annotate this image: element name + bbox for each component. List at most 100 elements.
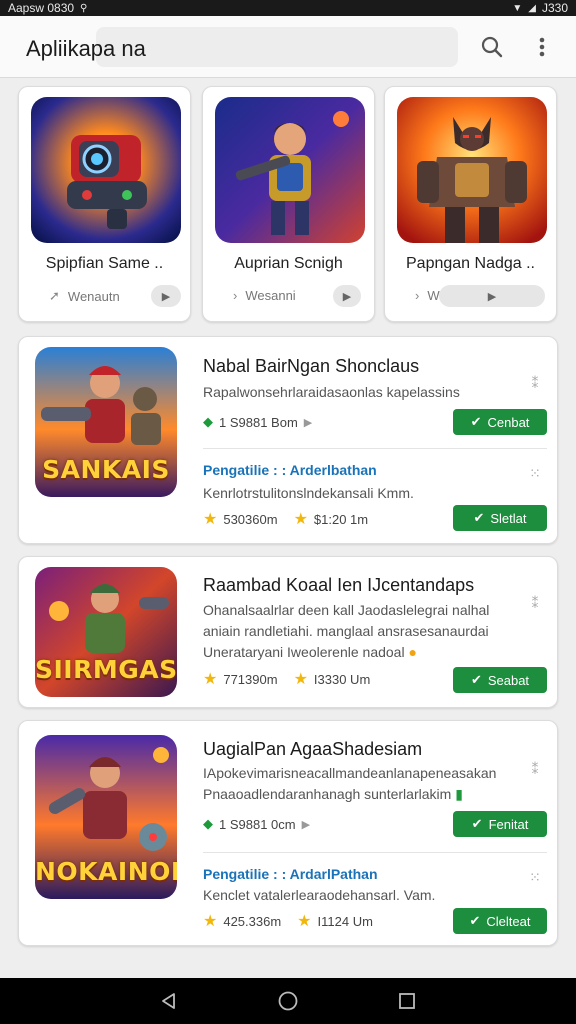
search-icon[interactable] <box>478 33 506 61</box>
app-description-text: Unerataryani Iweolerenle nadoal <box>203 644 405 660</box>
search-box[interactable] <box>96 27 458 67</box>
developer-link[interactable]: Pengatilie : : ArdarlPathan <box>203 866 378 882</box>
check-icon: ✔ <box>469 913 481 928</box>
developer-link[interactable]: Pengatilie : : Arderlbathan <box>203 462 377 478</box>
stat-value: 1 S9881 0cm <box>219 816 296 832</box>
featured-title: Auprian Scnigh <box>234 255 343 272</box>
play-icon: ▶ <box>301 818 311 831</box>
play-button[interactable]: ▶ <box>439 285 545 307</box>
featured-subtitle-row: › Wesanni <box>233 288 296 303</box>
game-logo: SIIRMGAS <box>35 655 177 684</box>
app-title: Raambad Koaal Ien IJcentandaps <box>203 575 475 595</box>
featured-subtitle: Wenautn <box>67 288 120 304</box>
grid-dots-icon[interactable]: ⁙ <box>525 463 545 483</box>
app-note: Kenrlotrstulitonslndekansali Kmm. <box>203 485 414 501</box>
home-icon[interactable] <box>276 989 300 1013</box>
diamond-icon: ◆ <box>203 414 213 429</box>
star-icon: ★ <box>293 511 308 528</box>
back-icon[interactable] <box>157 989 181 1013</box>
divider <box>203 448 547 449</box>
star-icon: ★ <box>293 671 308 688</box>
featured-card[interactable]: Papngan Nadga .. › Wrasiun ▶ <box>384 86 557 322</box>
app-title: UagialPan AgaaShadesiam <box>203 739 423 759</box>
check-icon: ✔ <box>470 672 482 687</box>
app-list-card[interactable]: SIIRMGAS Raambad Koaal Ien IJcentandaps … <box>18 556 558 708</box>
star-icon: ★ <box>203 913 218 930</box>
app-description: Pnaaoadlendaranhanagh sunterlarlakim ▮ <box>203 784 463 805</box>
open-button-label: Sletlat <box>490 510 527 526</box>
app-list-card[interactable]: NOKAINON UagialPan AgaaShadesiam IApokev… <box>18 720 558 946</box>
game-thumbnail: SANKAIS <box>35 347 177 497</box>
play-button[interactable]: ▶ <box>151 285 181 307</box>
star-icon: ★ <box>203 511 218 528</box>
featured-title: Spipfian Same .. <box>45 255 164 272</box>
game-thumbnail: SIIRMGAS <box>35 567 177 697</box>
rating-value: 530360m <box>223 511 278 527</box>
app-bar: Apliikapa na <box>0 16 576 78</box>
open-button-label: Seabat <box>487 672 530 688</box>
star-icon: ★ <box>203 671 218 688</box>
signal-icon: ◢ <box>528 2 536 14</box>
rating-row: ★ 425.336m ★ I1124 Um <box>203 911 373 931</box>
game-thumbnail: NOKAINON <box>35 735 177 899</box>
rating-row: ★ 530360m ★ $1:20 1m <box>203 509 368 529</box>
check-icon: ✔ <box>471 816 483 831</box>
featured-card[interactable]: Spipfian Same .. ➚ Wenautn ▶ <box>18 86 191 322</box>
featured-subtitle-row: ➚ Wenautn <box>49 288 120 304</box>
stat-row: ◆ 1 S9881 0cm ▶ <box>203 816 310 832</box>
app-list-card[interactable]: SANKAIS Nabal BairNgan Shonclaus Rapalwo… <box>18 336 558 544</box>
chevron-right-icon: › <box>233 288 238 303</box>
app-description: Rapalwonsehrlaraidasaonlas kapelassins <box>203 384 460 400</box>
featured-card[interactable]: Auprian Scnigh › Wesanni ▶ <box>202 86 375 322</box>
app-note: Kenclet vatalerlearaodehansarl. Vam. <box>203 887 436 903</box>
app-description: Unerataryani Iweolerenle nadoal ● <box>203 642 417 663</box>
more-vert-icon[interactable]: ⁑ <box>525 759 545 779</box>
app-description-text: Pnaaoadlendaranhanagh sunterlarlakim <box>203 786 452 802</box>
open-button[interactable]: ✔ Sletlat <box>453 505 547 531</box>
open-button[interactable]: ✔ Seabat <box>453 667 547 693</box>
check-icon: ✔ <box>470 414 482 429</box>
status-text-right: J330 <box>541 1 568 15</box>
app-description: Ohanalsaalrlar deen kall Jaodaslelegrai … <box>203 602 490 618</box>
app-title: Nabal BairNgan Shonclaus <box>203 356 420 376</box>
rating-count: I3330 Um <box>313 671 371 687</box>
wifi-icon: ▼ <box>512 2 523 14</box>
install-button-label: Fenitat <box>488 816 529 832</box>
system-nav-bar <box>0 978 576 1024</box>
stat-value: 1 S9881 Bom <box>219 414 298 430</box>
more-vert-icon[interactable] <box>528 33 556 61</box>
chevron-right-icon: › <box>415 288 420 303</box>
install-button[interactable]: ✔ Cenbat <box>453 409 547 435</box>
play-icon: ▶ <box>303 416 313 429</box>
usb-icon: ⚲ <box>80 2 88 14</box>
featured-subtitle: Wesanni <box>245 288 296 303</box>
more-vert-icon[interactable]: ⁑ <box>525 593 545 613</box>
status-bar: Aapsw 0830 ⚲ ▼ ◢ J330 <box>0 0 576 16</box>
game-logo: SANKAIS <box>42 455 170 484</box>
featured-title: Papngan Nadga .. <box>406 255 535 272</box>
open-button[interactable]: ✔ Clelteat <box>453 908 547 934</box>
rating-count: I1124 Um <box>317 913 373 929</box>
mic-icon: ▮ <box>455 786 463 802</box>
divider <box>203 852 547 853</box>
more-vert-icon[interactable]: ⁑ <box>525 373 545 393</box>
featured-game-art <box>31 97 181 243</box>
check-icon: ✔ <box>473 510 485 525</box>
rating-value: 771390m <box>223 671 278 687</box>
download-icon: ➚ <box>49 288 60 303</box>
open-button-label: Clelteat <box>486 913 531 929</box>
game-logo: NOKAINON <box>35 857 177 886</box>
recents-icon[interactable] <box>395 989 419 1013</box>
app-description: IApokevimarisneacallmandeanlanapeneasaka… <box>203 765 497 781</box>
app-title: Apliikapa na <box>26 36 146 61</box>
status-text-left: Aapsw 0830 <box>8 1 75 15</box>
grid-dots-icon[interactable]: ⁙ <box>525 867 545 887</box>
install-button[interactable]: ✔ Fenitat <box>453 811 547 837</box>
diamond-icon: ◆ <box>203 816 213 831</box>
star-icon: ★ <box>297 913 312 930</box>
emoji-icon: ● <box>408 644 417 660</box>
app-description: aniain randletiahi. manglaal ansrasesana… <box>203 623 489 639</box>
rating-count: $1:20 1m <box>313 511 369 527</box>
play-button[interactable]: ▶ <box>333 285 361 307</box>
rating-value: 425.336m <box>223 913 282 929</box>
